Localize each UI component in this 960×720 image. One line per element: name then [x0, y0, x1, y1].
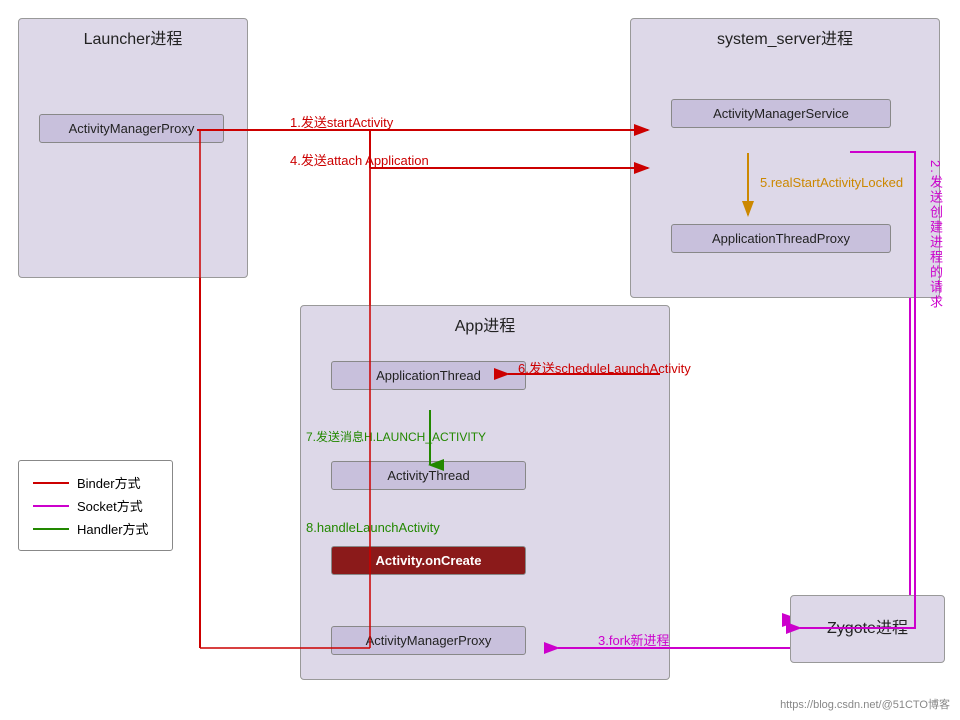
app-activity-oncreate: Activity.onCreate: [331, 546, 526, 575]
legend-socket-label: Socket方式: [77, 496, 143, 515]
system-server-label: system_server进程: [631, 19, 939, 55]
step4-label: 4.发送attach Application: [290, 150, 429, 169]
launcher-process-label: Launcher进程: [19, 19, 247, 55]
system-server-process: system_server进程 ActivityManagerService A…: [630, 18, 940, 298]
diagram-container: Launcher进程 ActivityManagerProxy system_s…: [0, 0, 960, 720]
legend-handler: Handler方式: [33, 519, 158, 538]
app-amp: ActivityManagerProxy: [331, 626, 526, 655]
step2-label: 2.发送创建进程的请求: [926, 160, 945, 600]
legend-box: Binder方式 Socket方式 Handler方式: [18, 460, 173, 551]
step8-label: 8.handleLaunchActivity: [306, 520, 440, 535]
watermark: https://blog.csdn.net/@51CTO博客: [780, 696, 950, 712]
legend-socket: Socket方式: [33, 496, 158, 515]
legend-handler-label: Handler方式: [77, 519, 149, 538]
ams-box: ActivityManagerService: [671, 99, 891, 128]
app-process-label: App进程: [301, 306, 669, 342]
legend-binder: Binder方式: [33, 473, 158, 492]
zygote-label: Zygote进程: [791, 608, 944, 644]
launcher-process: Launcher进程 ActivityManagerProxy: [18, 18, 248, 278]
zygote-process: Zygote进程: [790, 595, 945, 663]
step6-label: 6.发送scheduleLaunchActivity: [518, 358, 691, 377]
app-activity-thread: ActivityThread: [331, 461, 526, 490]
legend-binder-label: Binder方式: [77, 473, 141, 492]
step5-label: 5.realStartActivityLocked: [760, 175, 903, 190]
step1-label: 1.发送startActivity: [290, 112, 393, 131]
step3-label: 3.fork新进程: [598, 630, 670, 649]
launcher-amp: ActivityManagerProxy: [39, 114, 224, 143]
step7-label: 7.发送消息H.LAUNCH_ACTIVITY: [306, 428, 486, 445]
atp-box: ApplicationThreadProxy: [671, 224, 891, 253]
app-application-thread: ApplicationThread: [331, 361, 526, 390]
